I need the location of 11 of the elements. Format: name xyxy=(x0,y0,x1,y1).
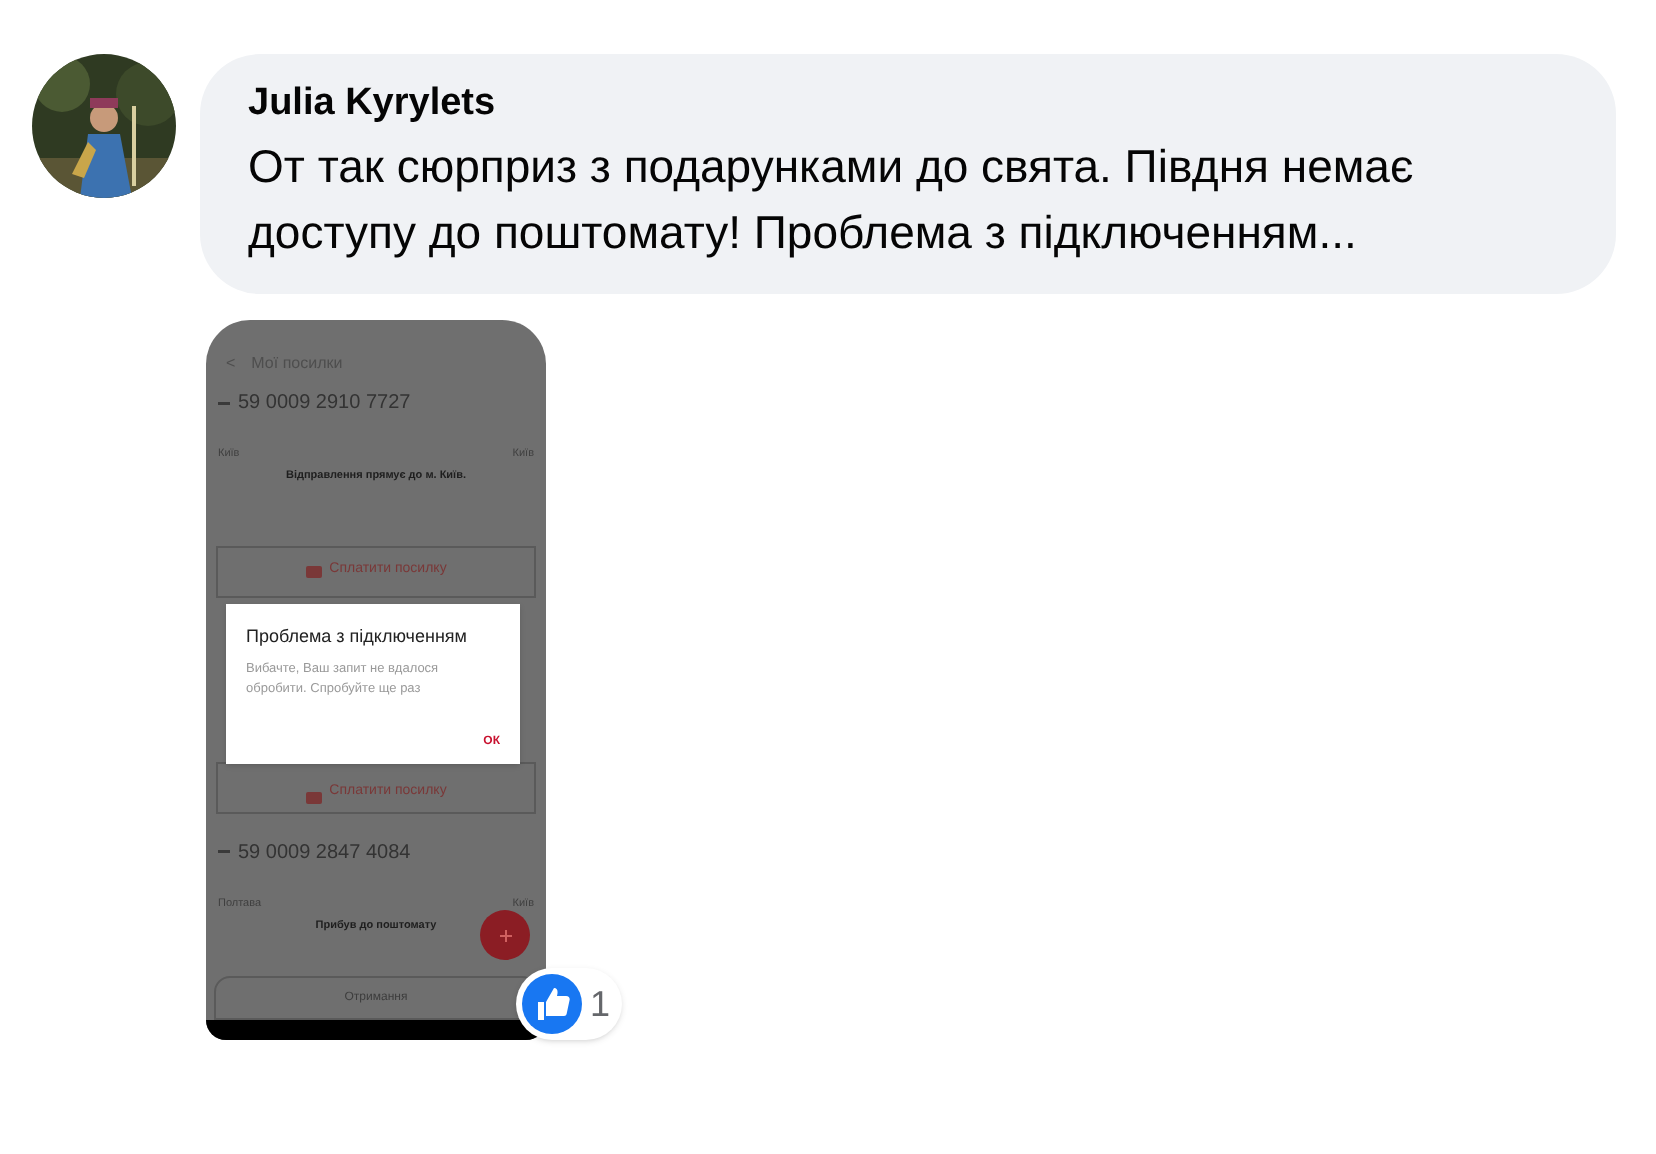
comment-text: От так сюрприз з подарунками до свята. Півдня немає доступу до поштомату! Проблема з підключенням... xyxy=(248,138,1416,262)
tracking-number: 59 0009 2910 7727 xyxy=(238,390,411,418)
card-icon xyxy=(305,791,322,803)
author-name[interactable]: Julia Kyrylets xyxy=(248,78,1568,130)
reaction-badge[interactable]: 1 xyxy=(516,968,623,1040)
thumbs-up-icon xyxy=(522,974,582,1034)
dialog-title: Проблема з підключенням xyxy=(246,624,469,648)
plus-icon xyxy=(499,929,511,941)
reaction-count: 1 xyxy=(590,981,611,1027)
card-icon xyxy=(305,565,322,577)
tracking-number: 59 0009 2847 4084 xyxy=(238,839,411,867)
